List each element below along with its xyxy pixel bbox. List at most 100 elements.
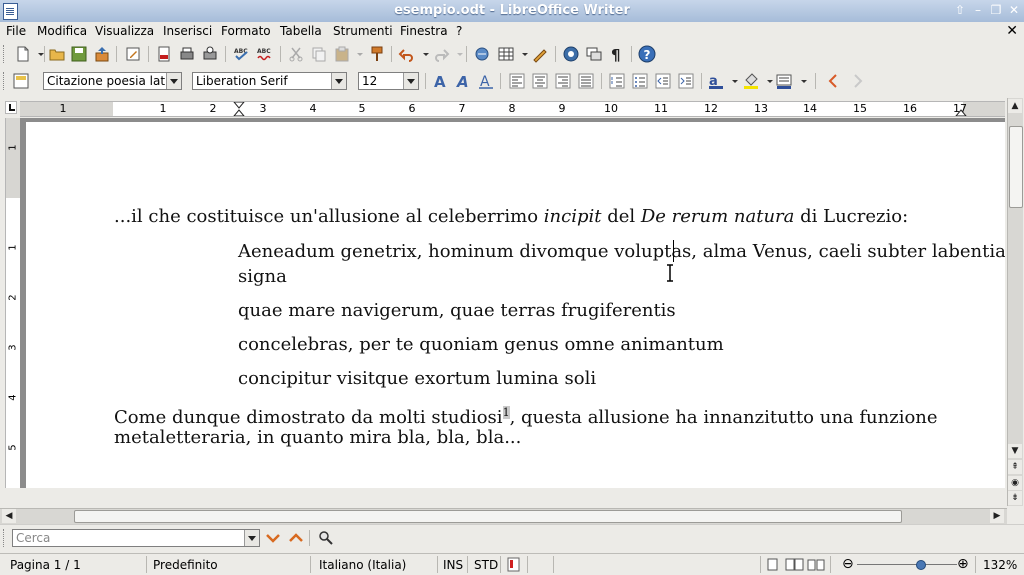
toolbar-grip-icon[interactable]	[3, 45, 7, 63]
verse-line-4[interactable]: concipitur visitque exortum lumina soli	[238, 366, 596, 391]
spellcheck-icon[interactable]: ABC	[233, 45, 251, 63]
save-icon[interactable]	[70, 45, 88, 63]
selection-mode[interactable]: STD	[474, 558, 498, 572]
navigator-icon[interactable]	[562, 45, 580, 63]
autospellcheck-icon[interactable]: ABC	[256, 45, 274, 63]
bullets-icon[interactable]	[631, 72, 649, 90]
horizontal-scrollbar[interactable]: ◀ ▶	[0, 508, 1007, 524]
open-folder-icon[interactable]	[48, 45, 66, 63]
horizontal-scroll-thumb[interactable]	[74, 510, 902, 523]
paste-icon[interactable]	[333, 45, 351, 63]
menu-visualizza[interactable]: Visualizza	[95, 24, 154, 38]
verse-line-1[interactable]: Aeneadum genetrix, hominum divomque volu…	[238, 239, 1005, 264]
page-count[interactable]: Pagina 1 / 1	[10, 558, 81, 572]
next-icon[interactable]	[848, 72, 866, 90]
document-area[interactable]: ...il che costituisce un'allusione al ce…	[20, 118, 1005, 488]
window-maximize-button[interactable]: ❐	[988, 3, 1004, 18]
page-style[interactable]: Predefinito	[153, 558, 218, 572]
export-pdf-icon[interactable]	[155, 45, 173, 63]
chevron-down-icon[interactable]	[331, 73, 346, 89]
zoom-out-icon[interactable]: ⊖	[842, 556, 854, 572]
multi-page-view-icon[interactable]	[785, 558, 805, 571]
chevron-down-icon[interactable]	[403, 73, 418, 89]
body-paragraph-continued[interactable]: metaletteraria, in quanto mira bla, bla,…	[114, 425, 521, 450]
table-dropdown-icon[interactable]	[516, 45, 528, 63]
navigation-icon[interactable]: ◉	[1008, 476, 1022, 490]
export-icon[interactable]	[93, 45, 111, 63]
window-shade-button[interactable]: ⇧	[952, 3, 968, 18]
tab-type-icon[interactable]	[5, 101, 17, 114]
verse-line-3[interactable]: concelebras, per te quoniam genus omne a…	[238, 332, 724, 357]
menu-finestra[interactable]: Finestra	[400, 24, 448, 38]
right-indent-marker-icon[interactable]	[954, 102, 968, 116]
window-minimize-button[interactable]: –	[970, 3, 986, 18]
table-icon[interactable]	[497, 45, 515, 63]
previous-page-icon[interactable]: ⇞	[1008, 460, 1022, 474]
align-left-icon[interactable]	[508, 72, 526, 90]
styles-formatting-icon[interactable]	[12, 72, 30, 90]
gallery-icon[interactable]	[585, 45, 603, 63]
font-color-dropdown-icon[interactable]	[726, 72, 738, 90]
decrease-indent-icon[interactable]	[654, 72, 672, 90]
page[interactable]: ...il che costituisce un'allusione al ce…	[26, 122, 1005, 488]
toolbar-grip-icon[interactable]	[3, 72, 7, 90]
menu-file[interactable]: File	[6, 24, 26, 38]
undo-dropdown-icon[interactable]	[417, 45, 429, 63]
numbering-icon[interactable]	[608, 72, 626, 90]
next-page-icon[interactable]: ⇟	[1008, 491, 1022, 505]
scroll-left-icon[interactable]: ◀	[2, 509, 16, 523]
draw-functions-icon[interactable]	[531, 45, 549, 63]
italic-icon[interactable]: A	[454, 72, 472, 91]
find-replace-icon[interactable]	[317, 529, 335, 547]
zoom-in-icon[interactable]: ⊕	[957, 556, 969, 572]
verse-line-2[interactable]: quae mare navigerum, quae terras frugife…	[238, 298, 676, 323]
highlighting-icon[interactable]	[742, 72, 760, 90]
document-modified-icon[interactable]	[507, 557, 520, 572]
horizontal-ruler[interactable]: 1 1 2 3 4 5 6 7 8 9 10 11 12 13 14 15 16…	[20, 101, 1005, 117]
chevron-down-icon[interactable]	[166, 73, 181, 89]
edit-mode-icon[interactable]	[124, 45, 142, 63]
background-color-icon[interactable]	[775, 72, 793, 90]
menu-formato[interactable]: Formato	[221, 24, 271, 38]
find-input[interactable]: Cerca	[12, 529, 260, 547]
increase-indent-icon[interactable]	[677, 72, 695, 90]
print-preview-icon[interactable]	[201, 45, 219, 63]
underline-icon[interactable]: A	[477, 72, 495, 90]
language[interactable]: Italiano (Italia)	[319, 558, 406, 572]
paste-dropdown-icon[interactable]	[351, 45, 363, 63]
find-previous-icon[interactable]	[287, 529, 305, 547]
align-center-icon[interactable]	[531, 72, 549, 90]
highlighting-dropdown-icon[interactable]	[761, 72, 773, 90]
redo-icon[interactable]	[432, 45, 450, 63]
footnote-anchor[interactable]: 1	[502, 406, 510, 419]
menu-strumenti[interactable]: Strumenti	[333, 24, 393, 38]
font-name-select[interactable]: Liberation Serif	[192, 72, 347, 90]
justify-icon[interactable]	[577, 72, 595, 90]
copy-icon[interactable]	[310, 45, 328, 63]
menu-inserisci[interactable]: Inserisci	[163, 24, 212, 38]
align-right-icon[interactable]	[554, 72, 572, 90]
cut-icon[interactable]	[287, 45, 305, 63]
print-icon[interactable]	[178, 45, 196, 63]
new-document-icon[interactable]	[14, 45, 32, 63]
toolbar-grip-icon[interactable]	[3, 529, 7, 547]
single-page-view-icon[interactable]	[767, 558, 779, 571]
vertical-scroll-thumb[interactable]	[1009, 126, 1023, 208]
intro-paragraph[interactable]: ...il che costituisce un'allusione al ce…	[114, 204, 908, 229]
menu-modifica[interactable]: Modifica	[37, 24, 87, 38]
vertical-scrollbar[interactable]: ▲ ▼ ⇞ ◉ ⇟	[1007, 98, 1023, 506]
bold-icon[interactable]: A	[431, 72, 449, 91]
window-close-button[interactable]: ✕	[1006, 3, 1022, 18]
zoom-slider[interactable]	[857, 560, 957, 570]
previous-icon[interactable]	[825, 72, 843, 90]
zoom-level[interactable]: 132%	[983, 558, 1017, 572]
help-icon[interactable]: ?	[638, 45, 656, 63]
redo-dropdown-icon[interactable]	[451, 45, 463, 63]
menu-tabella[interactable]: Tabella	[280, 24, 322, 38]
scroll-right-icon[interactable]: ▶	[990, 509, 1004, 523]
paragraph-style-select[interactable]: Citazione poesia latin	[43, 72, 182, 90]
find-next-icon[interactable]	[264, 529, 282, 547]
font-size-select[interactable]: 12	[358, 72, 419, 90]
clone-formatting-icon[interactable]	[368, 45, 386, 63]
formatting-marks-icon[interactable]: ¶	[608, 45, 626, 64]
